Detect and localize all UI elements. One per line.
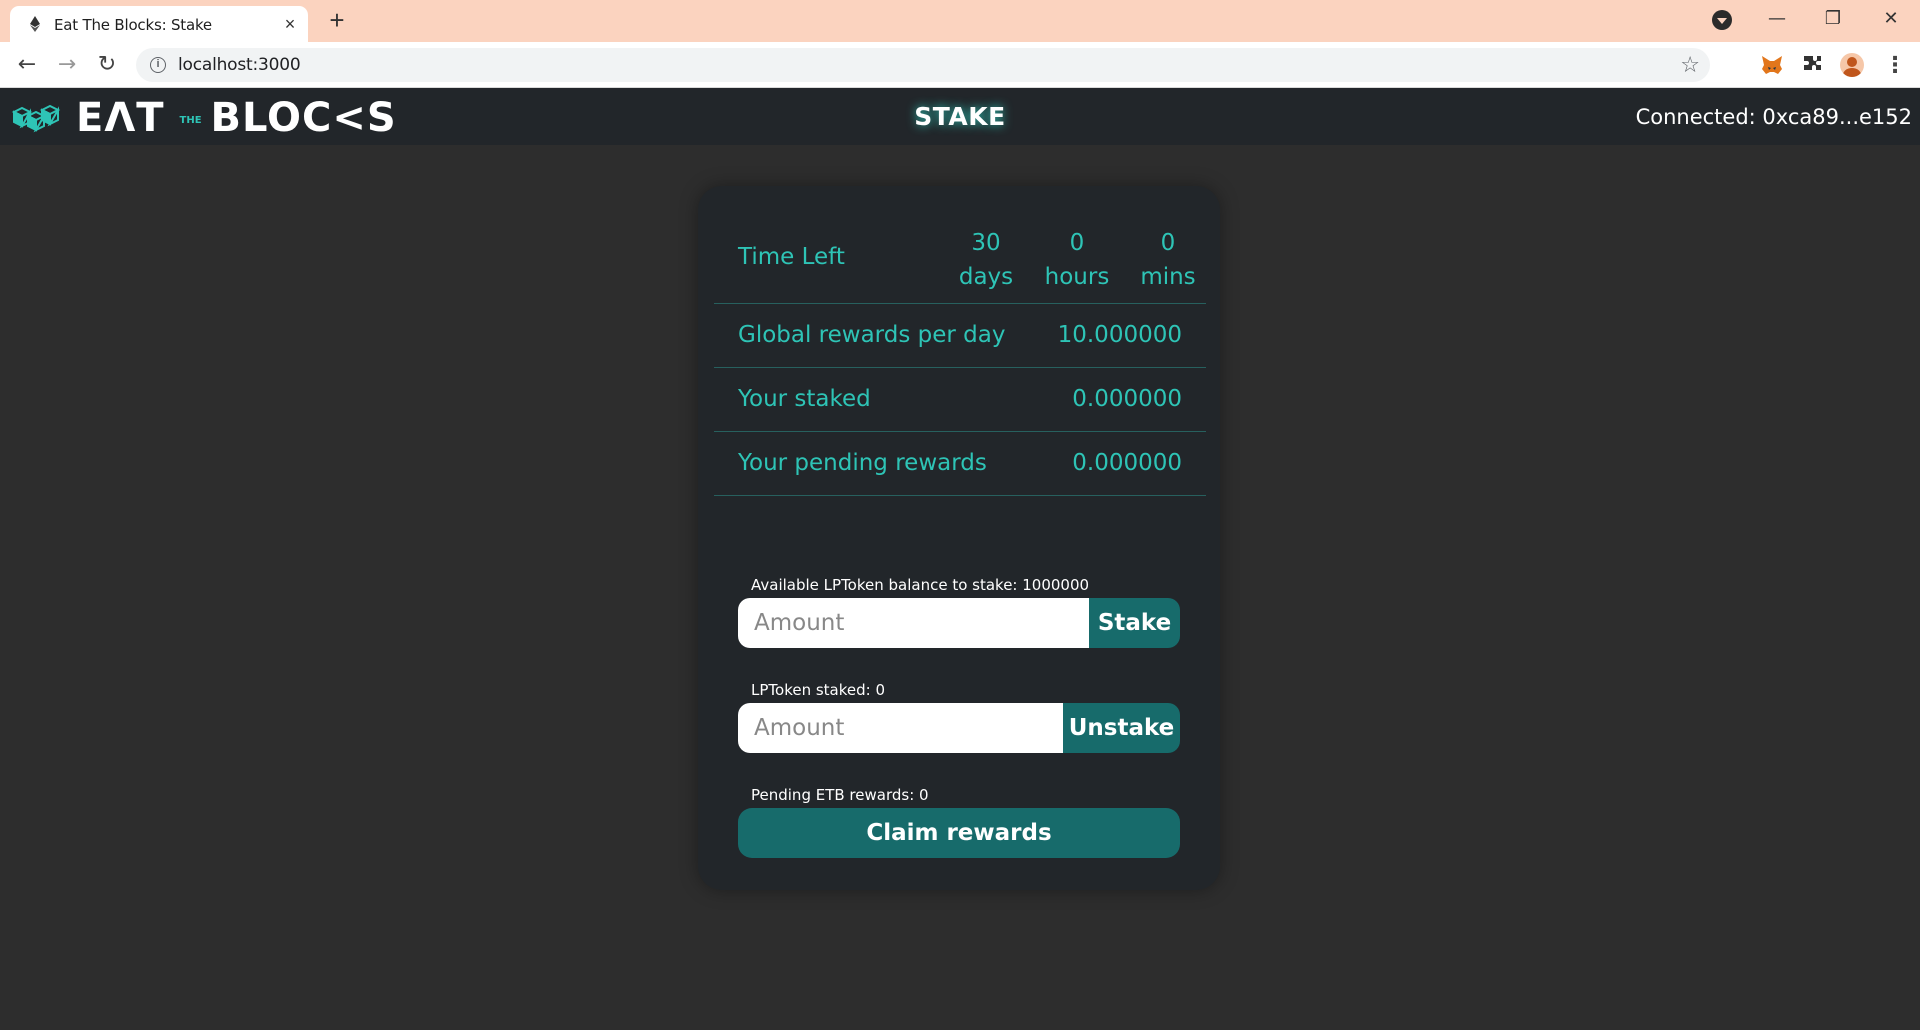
address-bar[interactable]: i localhost:3000 ☆ bbox=[136, 48, 1710, 82]
days-unit: days bbox=[958, 264, 1014, 290]
profile-avatar[interactable] bbox=[1840, 53, 1864, 77]
tab-close-icon[interactable]: × bbox=[280, 14, 300, 34]
time-left-label: Time Left bbox=[738, 244, 845, 270]
new-tab-button[interactable]: + bbox=[324, 7, 350, 34]
restore-button[interactable]: ❐ bbox=[1810, 4, 1856, 34]
global-rewards-row: Global rewards per day 10.000000 bbox=[714, 304, 1206, 368]
stake-balance-hint: Available LPToken balance to stake: 1000… bbox=[751, 576, 1090, 594]
pending-rewards-row: Your pending rewards 0.000000 bbox=[714, 432, 1206, 496]
unstake-amount-input[interactable] bbox=[738, 703, 1063, 753]
browser-tab[interactable]: Eat The Blocks: Stake × bbox=[10, 6, 308, 42]
hours-unit: hours bbox=[1044, 264, 1110, 290]
minimize-button[interactable]: — bbox=[1754, 4, 1800, 34]
your-staked-value: 0.000000 bbox=[1072, 386, 1182, 412]
tab-search-icon[interactable] bbox=[1712, 10, 1732, 30]
stake-input-group: Stake bbox=[738, 598, 1180, 648]
browser-toolbar: ← → ↻ i localhost:3000 ☆ ⋮ bbox=[0, 42, 1920, 88]
pending-rewards-value: 0.000000 bbox=[1072, 450, 1182, 476]
tab-title: Eat The Blocks: Stake bbox=[54, 16, 212, 34]
close-window-button[interactable]: ✕ bbox=[1868, 4, 1914, 34]
unstake-button[interactable]: Unstake bbox=[1063, 703, 1180, 753]
url-text[interactable]: localhost:3000 bbox=[178, 55, 301, 75]
browser-tabstrip: Eat The Blocks: Stake × + — ❐ ✕ bbox=[0, 0, 1920, 42]
unstake-input-group: Unstake bbox=[738, 703, 1180, 753]
back-arrow-icon[interactable]: ← bbox=[12, 50, 42, 80]
global-rewards-label: Global rewards per day bbox=[738, 322, 1006, 348]
global-rewards-value: 10.000000 bbox=[1057, 322, 1182, 348]
forward-arrow-icon[interactable]: → bbox=[52, 50, 82, 80]
days-value: 30 bbox=[971, 230, 1001, 256]
app-header: EΛT THE BLOC<S STAKE Connected: 0xca89..… bbox=[0, 88, 1920, 145]
mins-countdown: 0 mins bbox=[1128, 226, 1208, 294]
metamask-fox-icon[interactable] bbox=[1760, 53, 1784, 77]
mins-value: 0 bbox=[1160, 230, 1176, 256]
your-staked-label: Your staked bbox=[738, 386, 871, 412]
site-info-icon[interactable]: i bbox=[150, 57, 166, 73]
extensions-puzzle-icon[interactable] bbox=[1800, 53, 1824, 77]
stake-button[interactable]: Stake bbox=[1089, 598, 1180, 648]
days-countdown: 30 days bbox=[946, 226, 1026, 294]
time-left-row: Time Left 30 days 0 hours 0 mins bbox=[714, 218, 1206, 304]
reload-icon[interactable]: ↻ bbox=[92, 50, 122, 80]
hours-countdown: 0 hours bbox=[1037, 226, 1117, 294]
pending-etb-hint: Pending ETB rewards: 0 bbox=[751, 786, 929, 804]
your-staked-row: Your staked 0.000000 bbox=[714, 368, 1206, 432]
ethereum-icon bbox=[30, 16, 40, 32]
unstake-balance-hint: LPToken staked: 0 bbox=[751, 681, 886, 699]
pending-rewards-label: Your pending rewards bbox=[738, 450, 987, 476]
bookmark-star-icon[interactable]: ☆ bbox=[1680, 52, 1700, 78]
stake-amount-input[interactable] bbox=[738, 598, 1089, 648]
claim-rewards-button[interactable]: Claim rewards bbox=[738, 808, 1180, 858]
staking-card: Time Left 30 days 0 hours 0 mins Global … bbox=[698, 186, 1220, 890]
browser-menu-icon[interactable]: ⋮ bbox=[1884, 52, 1906, 78]
wallet-connection-status: Connected: 0xca89...e152 bbox=[1635, 105, 1912, 129]
mins-unit: mins bbox=[1140, 264, 1196, 290]
hours-value: 0 bbox=[1069, 230, 1085, 256]
page-title: STAKE bbox=[914, 102, 1006, 131]
